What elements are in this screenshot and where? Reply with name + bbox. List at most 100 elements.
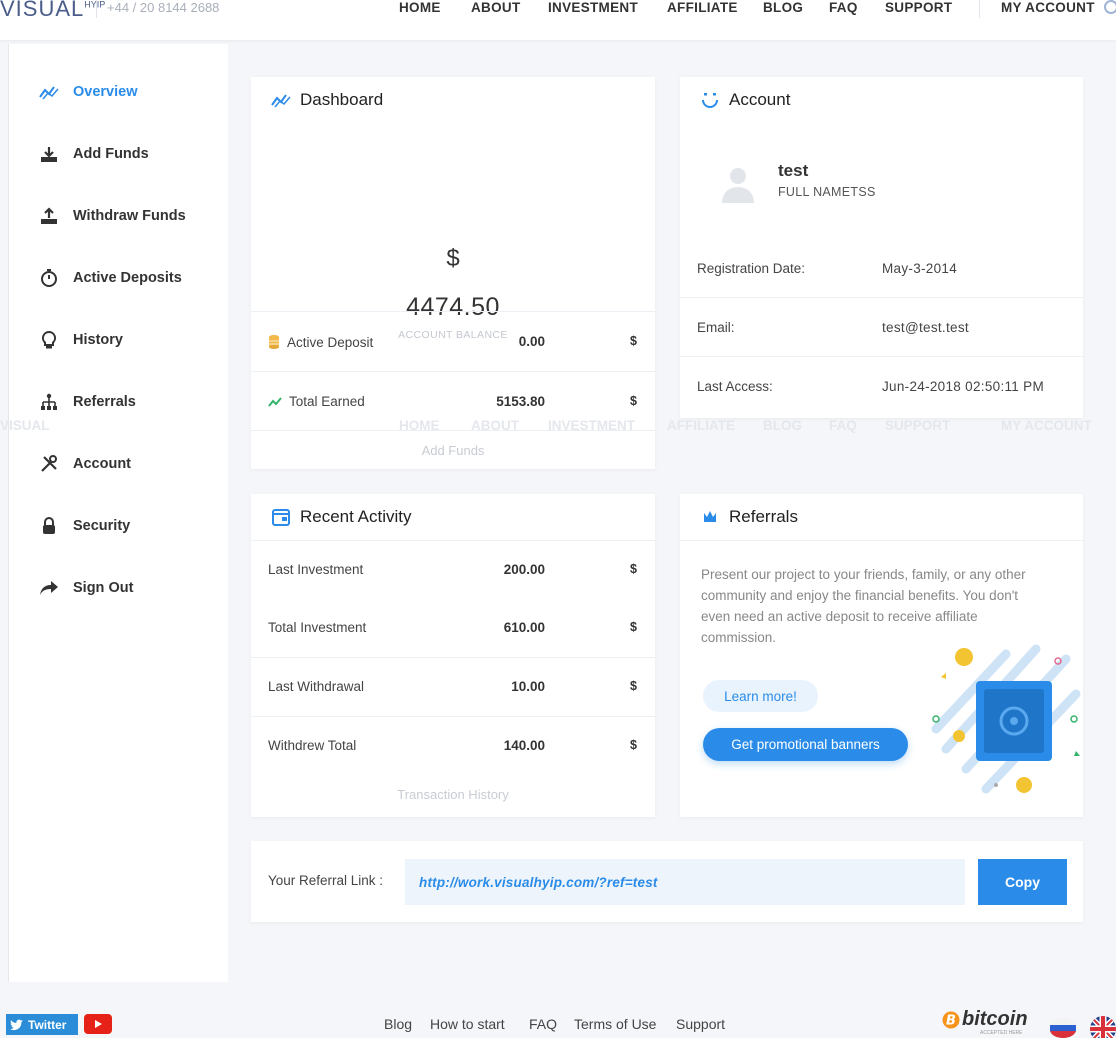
ghost-nav-item: AFFILIATE bbox=[667, 418, 735, 433]
twitter-button[interactable]: Twitter bbox=[6, 1014, 78, 1035]
nav-home[interactable]: HOME bbox=[399, 0, 441, 15]
currency-symbol: $ bbox=[630, 679, 637, 693]
active-deposit-value: 0.00 bbox=[518, 334, 545, 349]
bitcoin-logo: B bitcoin bbox=[942, 1008, 1028, 1031]
sidebar-item-withdraw-funds[interactable]: Withdraw Funds bbox=[39, 206, 186, 226]
divider bbox=[680, 297, 1083, 298]
sidebar-item-active-deposits[interactable]: Active Deposits bbox=[39, 268, 182, 288]
sidebar-item-label: Sign Out bbox=[73, 580, 134, 596]
nav-my-account[interactable]: MY ACCOUNT bbox=[1001, 0, 1095, 15]
sidebar-item-label: Active Deposits bbox=[73, 270, 182, 286]
transaction-history-link[interactable]: Transaction History bbox=[251, 787, 655, 802]
activity-label: Withdrew Total bbox=[268, 738, 357, 753]
twitter-label: Twitter bbox=[28, 1017, 67, 1032]
add-funds-link[interactable]: Add Funds bbox=[251, 443, 655, 458]
copy-button[interactable]: Copy bbox=[978, 859, 1067, 905]
lightbulb-icon bbox=[39, 330, 59, 350]
nav-affiliate[interactable]: AFFILIATE bbox=[667, 0, 738, 15]
card-title: Referrals bbox=[700, 507, 798, 527]
referrals-description: Present our project to your friends, fam… bbox=[701, 567, 1026, 645]
footer: Twitter Blog How to start FAQ Terms of U… bbox=[0, 1006, 1116, 1038]
user-icon[interactable] bbox=[1104, 0, 1116, 14]
sidebar-item-label: Account bbox=[73, 456, 131, 472]
currency-symbol: $ bbox=[630, 562, 637, 576]
sidebar-item-label: Security bbox=[73, 518, 131, 534]
recent-activity-card: Recent Activity Last Investment 200.00 $… bbox=[251, 494, 655, 817]
sidebar-item-account[interactable]: Account bbox=[39, 454, 131, 474]
currency-symbol: $ bbox=[630, 620, 637, 634]
sidebar-item-overview[interactable]: Overview bbox=[39, 82, 138, 102]
ghost-nav-item: MY ACCOUNT bbox=[1001, 418, 1092, 433]
sidebar-item-add-funds[interactable]: Add Funds bbox=[39, 144, 149, 164]
activity-value: 10.00 bbox=[511, 679, 545, 694]
username: test bbox=[778, 161, 809, 180]
share-arrow-icon bbox=[39, 578, 59, 598]
activity-value: 200.00 bbox=[503, 562, 545, 577]
promotional-banners-button[interactable]: Get promotional banners bbox=[703, 728, 908, 761]
activity-label: Total Investment bbox=[268, 620, 367, 635]
divider bbox=[680, 356, 1083, 357]
youtube-button[interactable] bbox=[84, 1014, 112, 1034]
activity-value: 140.00 bbox=[503, 738, 545, 753]
activity-label: Last Withdrawal bbox=[268, 679, 365, 694]
learn-more-button[interactable]: Learn more! bbox=[703, 680, 818, 712]
flag-uk-icon[interactable] bbox=[1090, 1016, 1116, 1038]
site-logo[interactable]: VISUALHYIP bbox=[0, 0, 105, 22]
divider bbox=[251, 540, 655, 541]
twitter-bird-icon bbox=[10, 1019, 24, 1031]
sidebar-item-sign-out[interactable]: Sign Out bbox=[39, 578, 133, 598]
currency-symbol: $ bbox=[446, 245, 460, 272]
footer-link-blog[interactable]: Blog bbox=[384, 1016, 412, 1032]
ghost-nav-item: SUPPORT bbox=[885, 418, 951, 433]
svg-text:B: B bbox=[946, 1013, 956, 1028]
sidebar-item-label: Referrals bbox=[73, 394, 136, 410]
nav-divider bbox=[979, 0, 980, 18]
referrals-card: Referrals Present our project to your fr… bbox=[680, 494, 1083, 817]
sidebar: Overview Add Funds Withdraw Funds Active… bbox=[8, 44, 228, 982]
currency-symbol: $ bbox=[630, 394, 637, 408]
referral-link-label: Your Referral Link : bbox=[268, 873, 384, 888]
divider bbox=[251, 657, 655, 658]
youtube-play-icon bbox=[93, 1019, 103, 1029]
sitemap-icon bbox=[39, 392, 59, 412]
footer-link-support[interactable]: Support bbox=[676, 1016, 725, 1032]
footer-link-how-to-start[interactable]: How to start bbox=[430, 1016, 505, 1032]
trend-up-icon bbox=[268, 396, 282, 407]
sidebar-item-security[interactable]: Security bbox=[39, 516, 130, 536]
footer-link-faq[interactable]: FAQ bbox=[529, 1016, 557, 1032]
referral-link-bar: Your Referral Link : Copy bbox=[251, 841, 1083, 922]
ghost-nav-item: FAQ bbox=[829, 418, 857, 433]
sidebar-item-referrals[interactable]: Referrals bbox=[39, 392, 136, 412]
ghost-nav-item: ABOUT bbox=[471, 418, 519, 433]
total-earned-value: 5153.80 bbox=[496, 394, 545, 409]
field-label: Email: bbox=[697, 320, 735, 335]
nav-blog[interactable]: BLOG bbox=[763, 0, 803, 15]
email-value: test@test.test bbox=[882, 320, 969, 335]
referral-link-field[interactable] bbox=[405, 859, 965, 905]
ghost-nav-item: BLOG bbox=[763, 418, 802, 433]
flag-russia-icon[interactable] bbox=[1050, 1018, 1076, 1038]
stat-label: Total Earned bbox=[289, 394, 365, 409]
sidebar-item-history[interactable]: History bbox=[39, 330, 123, 350]
nav-faq[interactable]: FAQ bbox=[829, 0, 858, 15]
footer-link-terms[interactable]: Terms of Use bbox=[574, 1016, 656, 1032]
account-card: Account test FULL NAMETSS Registration D… bbox=[680, 77, 1083, 418]
bitcoin-icon: B bbox=[942, 1011, 960, 1029]
nav-investment[interactable]: INVESTMENT bbox=[548, 0, 638, 15]
safe-illustration bbox=[926, 639, 1086, 799]
card-title: Dashboard bbox=[271, 90, 383, 110]
divider bbox=[680, 540, 1083, 541]
nav-support[interactable]: SUPPORT bbox=[885, 0, 952, 15]
card-title: Account bbox=[700, 90, 790, 110]
nav-about[interactable]: ABOUT bbox=[471, 0, 521, 15]
divider bbox=[251, 371, 655, 372]
currency-symbol: $ bbox=[630, 334, 637, 348]
chart-line-icon bbox=[39, 82, 59, 102]
account-title: Account bbox=[729, 90, 791, 109]
wallet-icon bbox=[271, 507, 291, 527]
sidebar-item-label: Add Funds bbox=[73, 146, 149, 162]
registration-date: May-3-2014 bbox=[882, 261, 958, 276]
tools-icon bbox=[39, 454, 59, 474]
chart-line-icon bbox=[271, 90, 291, 110]
sidebar-item-label: History bbox=[73, 332, 123, 348]
